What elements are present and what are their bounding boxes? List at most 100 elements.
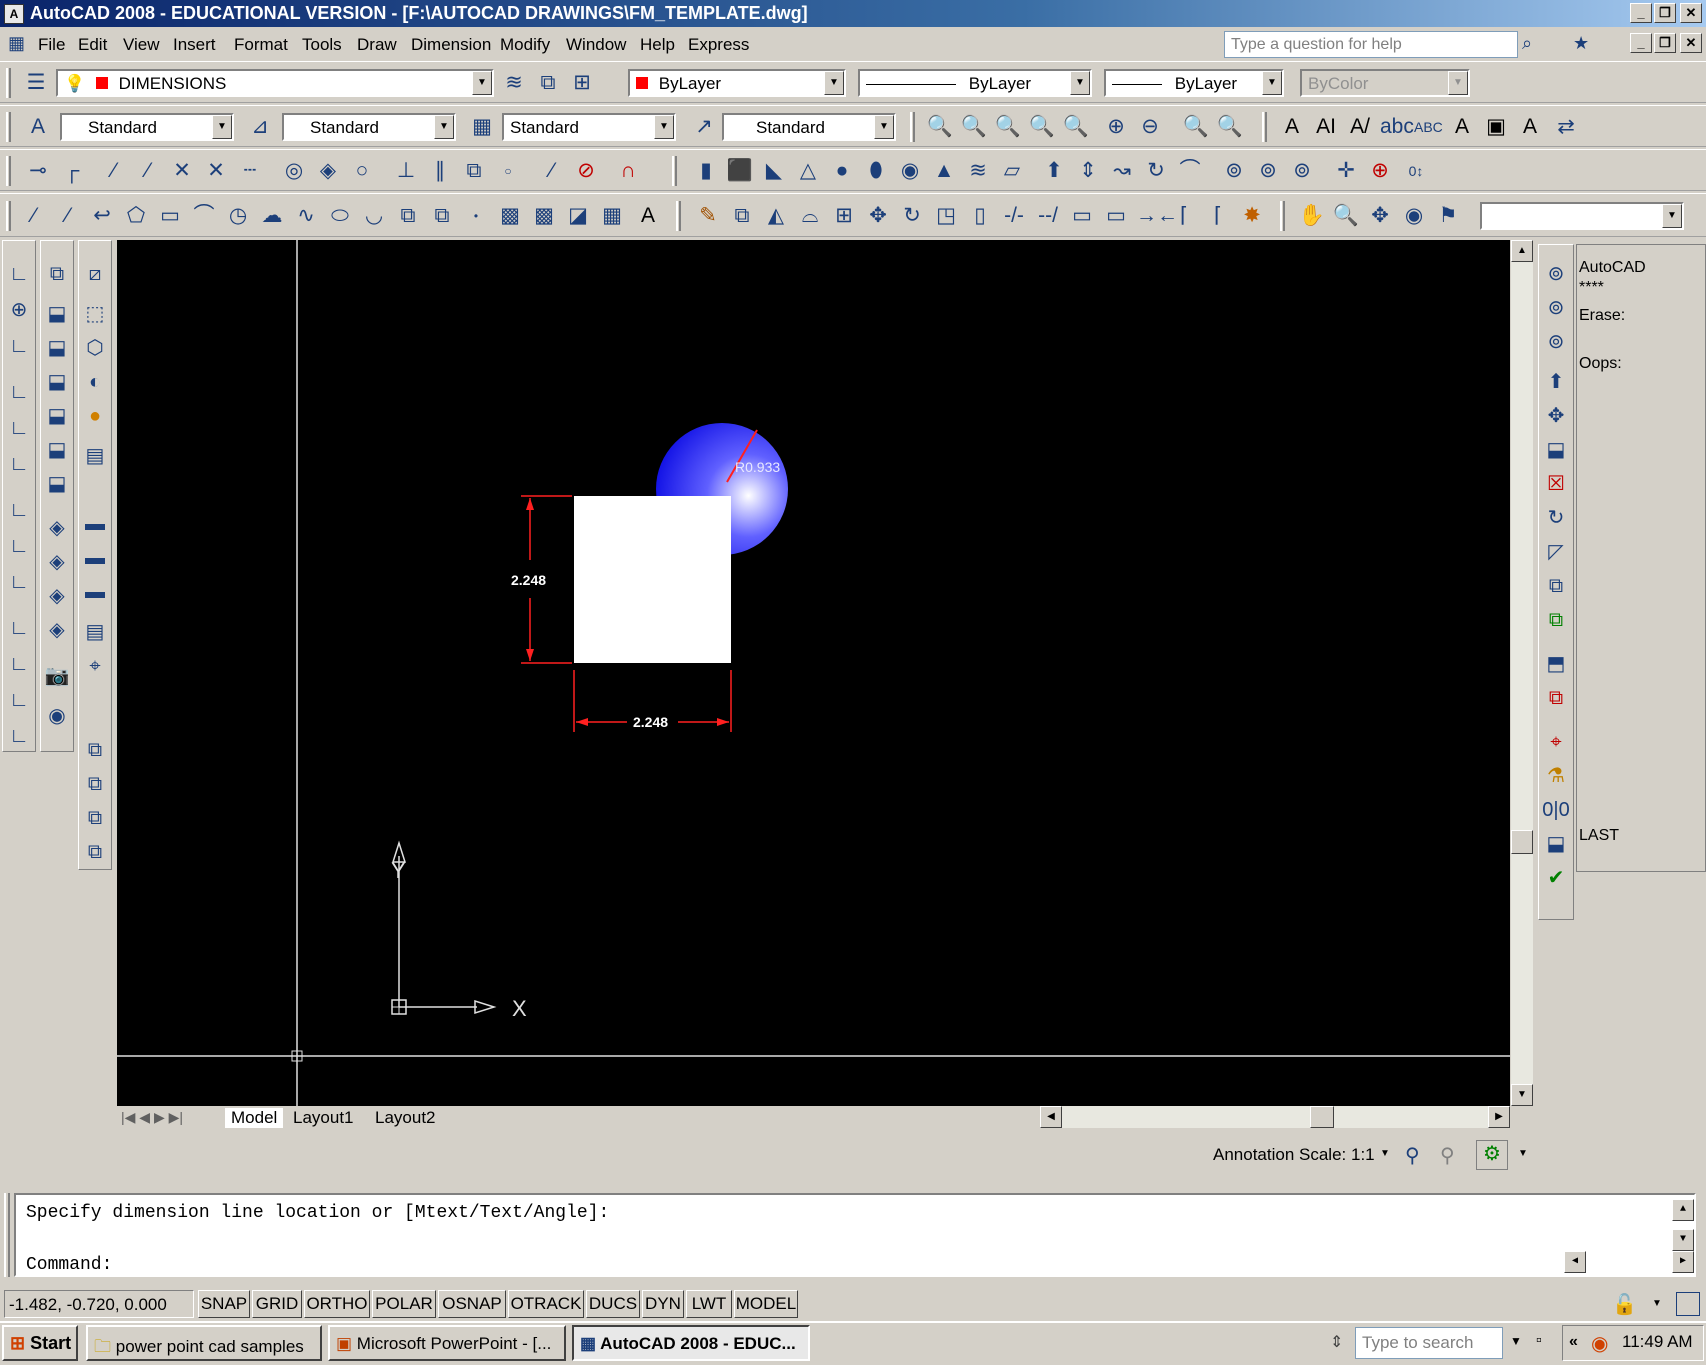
color-combo[interactable]: ByLayer ▼ (628, 69, 846, 97)
polar-toggle[interactable]: POLAR (372, 1290, 436, 1318)
osnap-toggle[interactable]: OSNAP (438, 1290, 506, 1318)
menu-draw[interactable]: Draw (357, 35, 397, 55)
dyn-toggle[interactable]: DYN (642, 1290, 684, 1318)
ucs-world-icon[interactable]: ⊕ (4, 295, 34, 325)
menu-modify[interactable]: Modify (500, 35, 550, 55)
ucs-view-icon[interactable]: ∟ (4, 449, 34, 479)
chevron-down-icon[interactable]: ▼ (1652, 1298, 1662, 1309)
expand-tray-icon[interactable]: « (1569, 1333, 1578, 1351)
camera-icon[interactable]: 📷 (42, 661, 72, 691)
zoom-out-icon[interactable]: ⊖ (1136, 113, 1164, 141)
3d-align-icon[interactable]: 0↕ (1402, 157, 1430, 185)
sw-iso-view-icon[interactable]: ◈ (42, 513, 72, 543)
cmd-scroll-up-icon[interactable]: ▲ (1672, 1199, 1694, 1221)
help-search-input[interactable]: Type a question for help (1224, 31, 1518, 58)
text-style-combo[interactable]: Standard ▼ (60, 113, 234, 141)
autocad-app-icon[interactable]: A (4, 4, 24, 24)
cmd-scroll-right-icon[interactable]: ▶ (1672, 1251, 1694, 1273)
ortho-toggle[interactable]: ORTHO (304, 1290, 370, 1318)
line-icon[interactable]: ⁄ (20, 202, 48, 230)
zoom-in-icon[interactable]: ⊕ (1102, 113, 1130, 141)
text-style-icon[interactable]: A (24, 113, 52, 141)
fillet-icon[interactable]: ⌈ (1204, 202, 1232, 230)
insert-block-icon[interactable]: ⧉ (394, 202, 422, 230)
zoom-center-icon[interactable]: 🔍 (1062, 113, 1090, 141)
sweep-icon[interactable]: ↝ (1108, 157, 1136, 185)
point-icon[interactable]: • (462, 202, 490, 230)
loft-icon[interactable]: ⌒ (1176, 157, 1204, 185)
document-icon[interactable]: ▦ (8, 33, 30, 55)
annotation-visibility-icon[interactable]: ⚲ (1405, 1143, 1420, 1168)
polyline-icon[interactable]: ↩ (88, 202, 116, 230)
3d-orbit-icon[interactable]: ✥ (1366, 202, 1394, 230)
bottom-view-icon[interactable]: ⬓ (42, 333, 72, 363)
taskbar-search-input[interactable]: Type to search (1355, 1327, 1503, 1359)
hidden-icon[interactable]: ⬡ (80, 333, 110, 363)
ducs-toggle[interactable]: DUCS (586, 1290, 640, 1318)
layer-manager-icon[interactable]: ☰ (22, 69, 50, 97)
menu-insert[interactable]: Insert (173, 35, 216, 55)
pan-icon[interactable]: ✋ (1298, 202, 1326, 230)
edit-text-icon[interactable]: A/ (1346, 113, 1374, 141)
intersect-icon[interactable]: ⊚ (1541, 327, 1571, 357)
cmd-scroll-left-icon[interactable]: ◀ (1564, 1251, 1586, 1273)
scroll-right-icon[interactable]: ▶ (1488, 1106, 1510, 1128)
chamfer-icon[interactable]: ⌈ (1170, 202, 1198, 230)
scroll-left-icon[interactable]: ◀ (1040, 1106, 1062, 1128)
union-icon[interactable]: ⊚ (1541, 259, 1571, 289)
imprint-icon[interactable]: ⌖ (1541, 727, 1571, 757)
snap-endpoint-icon[interactable]: ⁄ (100, 157, 128, 185)
wedge-icon[interactable]: ◣ (760, 157, 788, 185)
scroll-down-icon[interactable]: ▼ (1511, 1084, 1533, 1106)
snap-quadrant-icon[interactable]: ◈ (314, 157, 342, 185)
3d-rotate-icon[interactable]: ⊕ (1366, 157, 1394, 185)
multiline-text-icon[interactable]: A (1278, 113, 1306, 141)
toolbar-grip[interactable] (6, 112, 11, 142)
temporary-track-icon[interactable]: ⊸ (24, 157, 52, 185)
layer-states-icon[interactable]: ⊞ (568, 69, 596, 97)
intersect-icon[interactable]: ⊚ (1288, 157, 1316, 185)
multileader-style-icon[interactable]: ↗ (690, 113, 718, 141)
snap-nearest-icon[interactable]: ⁄ (538, 157, 566, 185)
scale-icon[interactable]: ◳ (932, 202, 960, 230)
list-icon[interactable]: ▤ (80, 617, 110, 647)
otrack-toggle[interactable]: OTRACK (508, 1290, 584, 1318)
tab-nav-arrows[interactable]: |◀ ◀ ▶ ▶| (121, 1109, 183, 1126)
chevron-down-icon[interactable]: ▼ (1518, 1148, 1528, 1159)
scroll-up-icon[interactable]: ▲ (1511, 240, 1533, 262)
snap-parallel-icon[interactable]: ∥ (426, 157, 454, 185)
circle-icon[interactable]: ◷ (224, 202, 252, 230)
snap-from-icon[interactable]: ┌ (58, 157, 86, 185)
drawn-rectangle[interactable] (574, 496, 731, 663)
revision-cloud-icon[interactable]: ☁ (258, 202, 286, 230)
3d-move-icon[interactable]: ✛ (1332, 157, 1360, 185)
back-view-icon[interactable]: ⬓ (42, 469, 72, 499)
chevron-down-icon[interactable]: ▼ (1510, 1334, 1522, 1348)
multiline-text-icon[interactable]: A (634, 202, 662, 230)
tab-layout2[interactable]: Layout2 (375, 1108, 436, 1128)
left-view-icon[interactable]: ⬓ (42, 367, 72, 397)
realistic-icon[interactable]: ◐ (80, 367, 110, 397)
snap-none-icon[interactable]: ⊘ (572, 157, 600, 185)
mleader-style-combo[interactable]: Standard ▼ (722, 113, 896, 141)
move-icon[interactable]: ✥ (864, 202, 892, 230)
layer-previous-icon[interactable]: ⧉ (534, 69, 562, 97)
wireframe-icon[interactable]: ⬚ (80, 299, 110, 329)
steering-wheel-icon[interactable]: ◉ (42, 701, 72, 731)
nw-iso-view-icon[interactable]: ◈ (42, 615, 72, 645)
chevron-down-icon[interactable]: ▼ (654, 115, 674, 139)
taper-faces-icon[interactable]: ◸ (1541, 537, 1571, 567)
chevron-down-icon[interactable]: ▼ (824, 71, 844, 95)
spell-check-icon[interactable]: ABC (1414, 113, 1443, 141)
text-style-manager-icon[interactable]: A (1448, 113, 1476, 141)
erase-icon[interactable]: ✎ (694, 202, 722, 230)
cone-icon[interactable]: △ (794, 157, 822, 185)
toolbar-grip[interactable] (676, 201, 681, 231)
union-icon[interactable]: ⊚ (1220, 157, 1248, 185)
offset-faces-icon[interactable]: ⬓ (1541, 435, 1571, 465)
clean-icon[interactable]: ⚗ (1541, 761, 1571, 791)
justify-text-icon[interactable]: A (1516, 113, 1544, 141)
layer-combo[interactable]: 💡 DIMENSIONS ▼ (56, 69, 494, 97)
delete-faces-icon[interactable]: ☒ (1541, 469, 1571, 499)
chrome-icon[interactable]: ◉ (1591, 1331, 1608, 1356)
